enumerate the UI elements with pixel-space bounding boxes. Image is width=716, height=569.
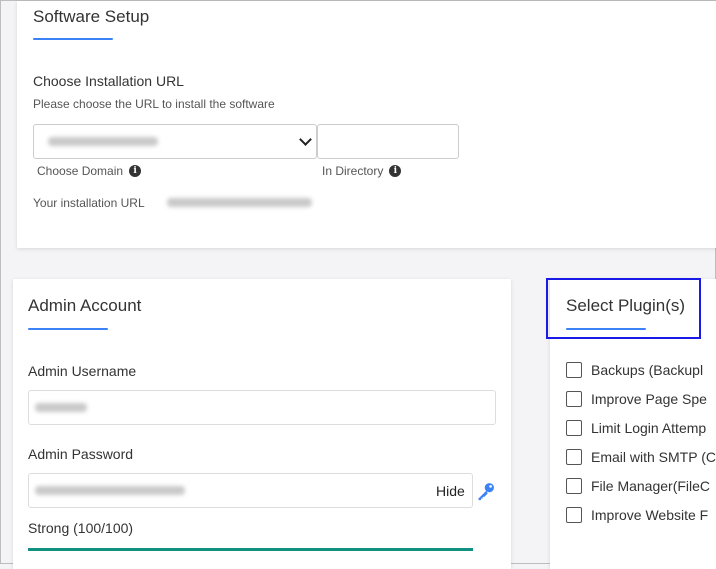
plugin-item[interactable]: Backups (Backupl: [566, 362, 703, 378]
software-setup-card: Software Setup Choose Installation URL P…: [17, 1, 716, 248]
plugin-label: Email with SMTP (C: [591, 449, 716, 465]
directory-input[interactable]: [317, 124, 459, 159]
plugin-checkbox[interactable]: [566, 478, 582, 494]
title-underline: [28, 328, 108, 330]
plugin-checkbox[interactable]: [566, 507, 582, 523]
admin-username-input[interactable]: [28, 390, 496, 425]
directory-label: In Directory: [322, 164, 384, 178]
chevron-down-icon: [299, 133, 312, 146]
plugin-item[interactable]: Improve Website F: [566, 507, 708, 523]
software-setup-title: Software Setup: [33, 7, 150, 26]
info-icon[interactable]: i: [129, 165, 142, 177]
directory-caption: In Directory i: [322, 164, 402, 178]
choose-url-hint: Please choose the URL to install the sof…: [33, 97, 275, 111]
domain-value-redacted: [48, 137, 158, 146]
username-value-redacted: [35, 403, 87, 412]
plugin-item[interactable]: File Manager(FileC: [566, 478, 710, 494]
admin-password-input[interactable]: [28, 473, 473, 508]
choose-domain-caption: Choose Domain i: [37, 164, 142, 178]
domain-select[interactable]: [33, 124, 317, 159]
password-strength-text: Strong (100/100): [28, 520, 134, 536]
info-icon[interactable]: i: [389, 165, 402, 177]
plugin-item[interactable]: Improve Page Spe: [566, 391, 707, 407]
title-underline: [33, 38, 113, 40]
password-strength-bar: [28, 548, 473, 551]
admin-password-label: Admin Password: [28, 446, 134, 462]
plugin-checkbox[interactable]: [566, 420, 582, 436]
key-icon[interactable]: [476, 481, 496, 501]
plugin-checkbox[interactable]: [566, 362, 582, 378]
password-value-redacted: [35, 486, 185, 495]
plugin-item[interactable]: Email with SMTP (C: [566, 449, 716, 465]
hide-password-button[interactable]: Hide: [436, 483, 465, 499]
choose-url-label: Choose Installation URL: [33, 73, 184, 89]
installation-url-label: Your installation URL: [33, 196, 145, 210]
plugin-label: Improve Website F: [591, 507, 709, 523]
plugin-item[interactable]: Limit Login Attemp: [566, 420, 706, 436]
installation-url-redacted: [167, 198, 312, 207]
plugin-label: Backups (Backupl: [591, 362, 704, 378]
annotation-highlight-box: [546, 278, 701, 339]
plugin-checkbox[interactable]: [566, 449, 582, 465]
admin-username-label: Admin Username: [28, 363, 137, 379]
plugin-label: Limit Login Attemp: [591, 420, 707, 436]
admin-account-card: Admin Account Admin Username Admin Passw…: [13, 279, 511, 569]
choose-domain-label: Choose Domain: [37, 164, 124, 178]
admin-account-title: Admin Account: [28, 296, 142, 315]
plugin-checkbox[interactable]: [566, 391, 582, 407]
plugin-label: Improve Page Spe: [591, 391, 707, 407]
plugin-label: File Manager(FileC: [591, 478, 711, 494]
